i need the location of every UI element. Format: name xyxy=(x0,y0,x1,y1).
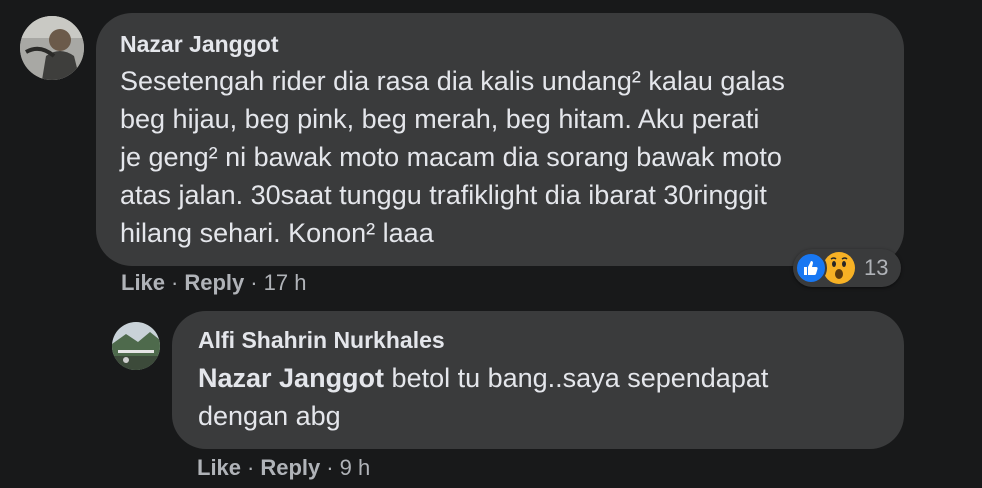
comment-text-line: hilang sehari. Konon² laaa xyxy=(120,218,434,248)
avatar-alfi-shahrin-nurkhales[interactable] xyxy=(112,322,160,370)
comment-timestamp[interactable]: 9 h xyxy=(340,455,371,480)
avatar-nazar-janggot[interactable] xyxy=(20,16,84,80)
wow-icon xyxy=(823,252,855,284)
comment-author[interactable]: Alfi Shahrin Nurkhales xyxy=(198,325,878,355)
comment-actions: Like · Reply · 17 h xyxy=(121,270,307,295)
reply-bubble: Alfi Shahrin Nurkhales Nazar Janggot bet… xyxy=(172,311,904,449)
reply-button[interactable]: Reply xyxy=(260,455,320,480)
like-icon xyxy=(795,252,827,284)
comment-text-line: beg hijau, beg pink, beg merah, beg hita… xyxy=(120,104,760,134)
like-button[interactable]: Like xyxy=(197,455,241,480)
comment-actions: Like · Reply · 9 h xyxy=(197,455,371,480)
avatar-photo xyxy=(112,322,160,370)
comment-text-line: je geng² ni bawak moto macam dia sorang … xyxy=(120,142,782,172)
comment-text: Nazar Janggot betol tu bang..saya sepend… xyxy=(198,359,878,435)
comment-text-line: Sesetengah rider dia rasa dia kalis unda… xyxy=(120,66,785,96)
mention-tag[interactable]: Nazar Janggot xyxy=(198,363,384,393)
reaction-count: 13 xyxy=(864,255,889,280)
comment-text: Sesetengah rider dia rasa dia kalis unda… xyxy=(120,62,880,252)
comment-bubble: Nazar Janggot Sesetengah rider dia rasa … xyxy=(96,13,904,266)
comment-text-line: dengan abg xyxy=(198,401,341,431)
avatar-photo xyxy=(20,16,84,80)
comment-text-line: atas jalan. 30saat tunggu trafiklight di… xyxy=(120,180,767,210)
comment-timestamp[interactable]: 17 h xyxy=(264,270,307,295)
comment-author[interactable]: Nazar Janggot xyxy=(120,29,880,59)
comment-text-fragment: betol tu bang..saya sependapat xyxy=(384,363,769,393)
reaction-summary[interactable]: 13 xyxy=(793,249,901,287)
comment-text-line: Nazar Janggot betol tu bang..saya sepend… xyxy=(198,359,878,397)
reply-button[interactable]: Reply xyxy=(184,270,244,295)
like-button[interactable]: Like xyxy=(121,270,165,295)
